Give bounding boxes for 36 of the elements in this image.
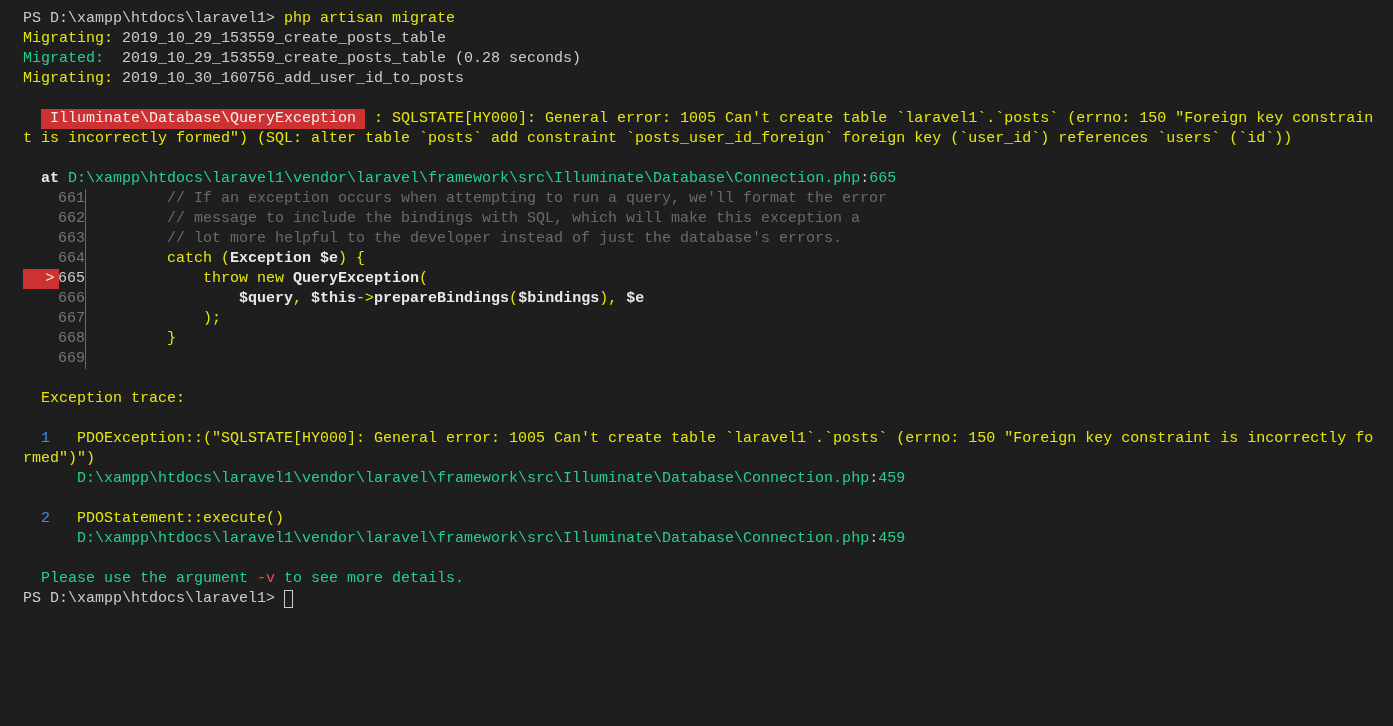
- line-number: 669: [58, 349, 85, 369]
- trace-number: 2: [41, 509, 50, 529]
- line-number: 662: [58, 209, 85, 229]
- code-line: $query, $this->prepareBindings($bindings), $e: [239, 289, 645, 309]
- trace-number: 1: [41, 429, 50, 449]
- code-line: // lot more helpful to the developer instead of just the database's errors.: [167, 229, 843, 249]
- terminal-line: at D:\xampp\htdocs\laravel1\vendor\laravel\framework\src\Illuminate\Database\Connection.php:665: [41, 169, 897, 189]
- terminal-line: rmed")"): [23, 449, 95, 469]
- line-number: 663: [58, 229, 85, 249]
- line-number: 667: [58, 309, 85, 329]
- line-number: 666: [58, 289, 85, 309]
- line-number: 665: [58, 269, 85, 289]
- trace-frame: PDOException::("SQLSTATE[HY000]: General error: 1005 Can't create table `laravel1`.`posts` (errno: 150 "Foreign key constraint is incorrectly fo: [77, 429, 1374, 449]
- error-message: : SQLSTATE[HY000]: General error: 1005 Can't create table `laravel1`.`posts` (errno: 150 "Foreign key constrain: [374, 109, 1374, 129]
- terminal-line: Please use the argument -v to see more details.: [41, 569, 465, 589]
- terminal-line: Exception trace:: [41, 389, 186, 409]
- code-line: // message to include the bindings with SQL, which will make this exception a: [167, 209, 861, 229]
- terminal-line: t is incorrectly formed") (SQL: alter table `posts` add constraint `posts_user_id_foreign` foreign key (`user_id`) references `users` (`id`)): [23, 129, 1293, 149]
- line-number: 668: [58, 329, 85, 349]
- exception-badge: Illuminate\Database\QueryException: [41, 109, 366, 129]
- code-line: throw new QueryException(: [203, 269, 429, 289]
- terminal-line: Migrated: 2019_10_29_153559_create_posts_table (0.28 seconds): [23, 49, 582, 69]
- code-line: }: [167, 329, 176, 349]
- code-line: // If an exception occurs when attempting to run a query, we'll format the error: [167, 189, 888, 209]
- code-line: catch (Exception $e) {: [167, 249, 366, 269]
- terminal-line: PS D:\xampp\htdocs\laravel1> php artisan migrate: [23, 9, 456, 29]
- code-line: );: [203, 309, 222, 329]
- trace-frame: PDOStatement::execute(): [77, 509, 285, 529]
- terminal-prompt: PS D:\xampp\htdocs\laravel1>: [23, 589, 277, 609]
- terminal-line: Migrating: 2019_10_30_160756_add_user_id_to_posts: [23, 69, 465, 89]
- terminal-line: Migrating: 2019_10_29_153559_create_posts_table: [23, 29, 447, 49]
- line-number: 664: [58, 249, 85, 269]
- trace-path: D:\xampp\htdocs\laravel1\vendor\laravel\framework\src\Illuminate\Database\Connection.php:459: [77, 469, 906, 489]
- trace-path: D:\xampp\htdocs\laravel1\vendor\laravel\framework\src\Illuminate\Database\Connection.php:459: [77, 529, 906, 549]
- line-number: 661: [58, 189, 85, 209]
- cursor-icon: [284, 590, 294, 608]
